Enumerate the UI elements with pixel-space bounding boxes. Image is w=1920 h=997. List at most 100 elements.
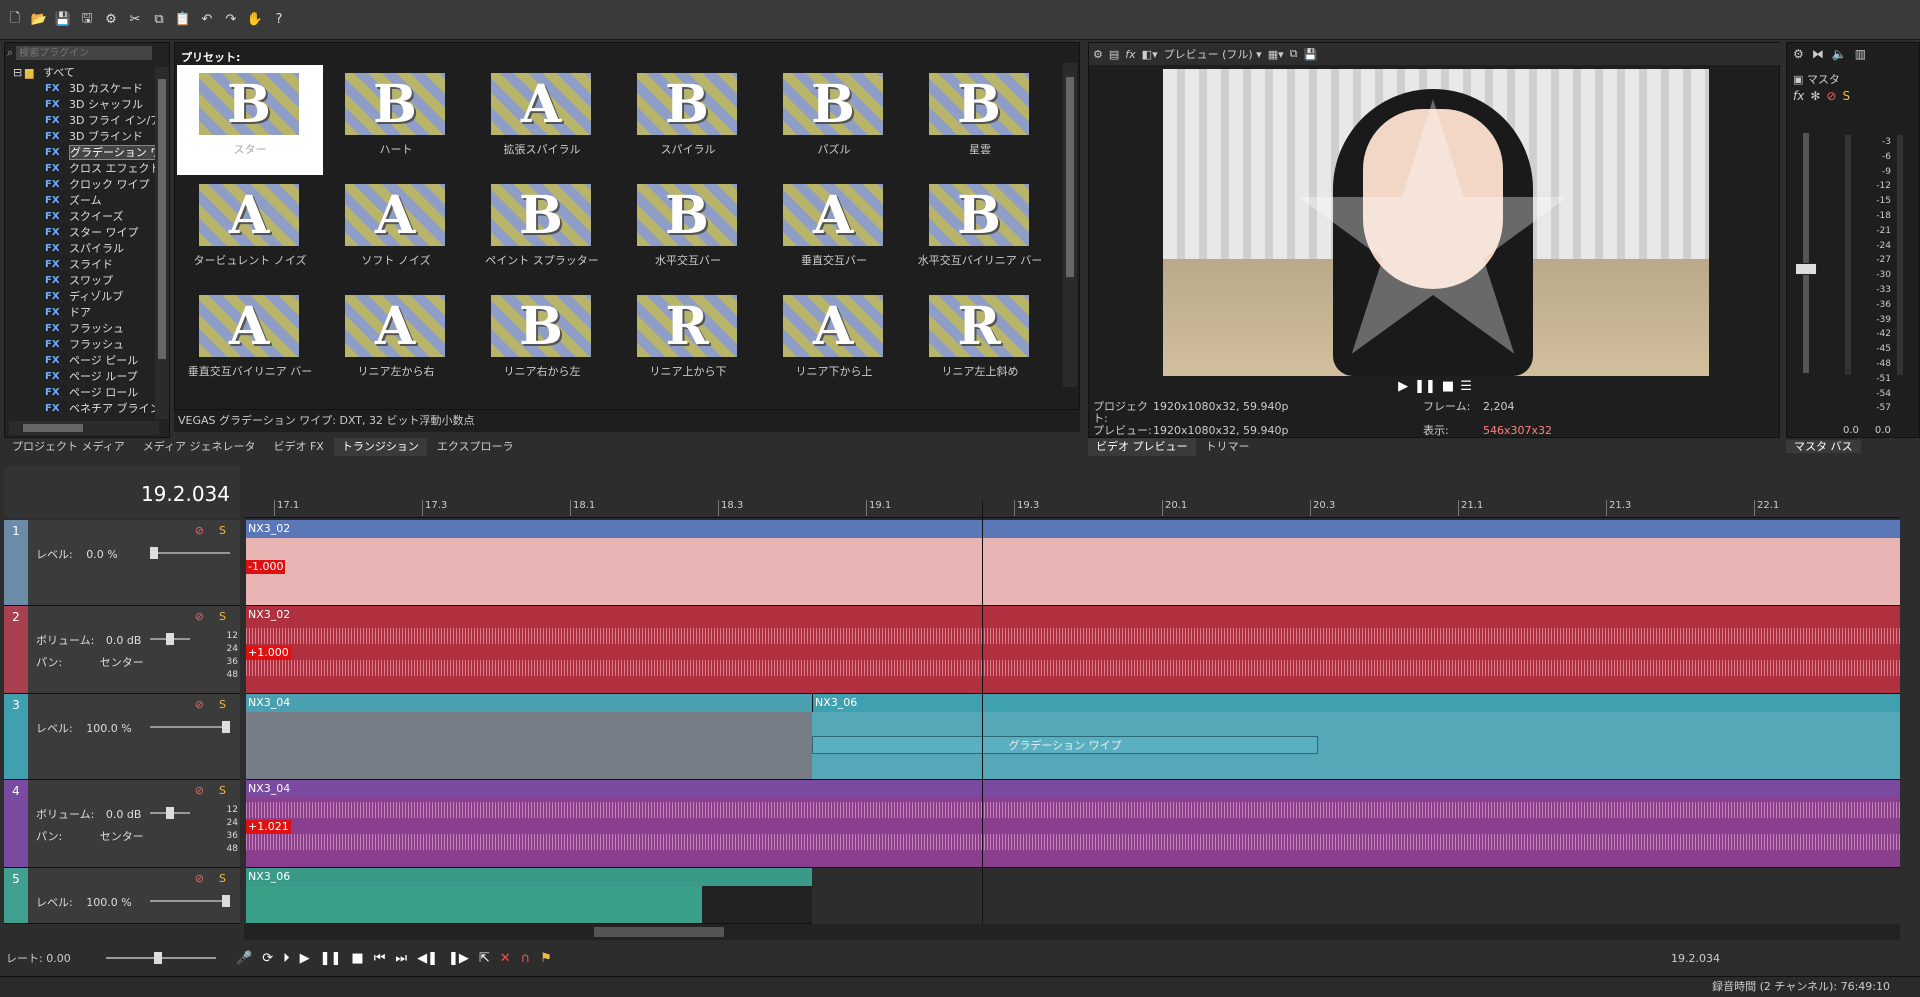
new-file-icon[interactable]: 🗋 — [6, 11, 24, 29]
go-start-icon[interactable]: ⏮ — [374, 951, 386, 966]
rate-slider[interactable] — [106, 952, 216, 964]
level-slider[interactable] — [150, 721, 230, 733]
preset-item[interactable]: R リニア左上斜め — [907, 287, 1053, 397]
master-mute-icon[interactable]: ⊘ — [1826, 89, 1836, 103]
plugin-tree-item[interactable]: FX 3D ブラインド — [5, 129, 155, 145]
redo-icon[interactable]: ↷ — [222, 11, 240, 29]
plugin-tree-item[interactable]: FX ページ ロール — [5, 385, 155, 401]
plugin-tree-item[interactable]: FX ページ ピール — [5, 353, 155, 369]
timeline-play-icon[interactable]: ▶ — [300, 951, 310, 966]
preset-item[interactable]: B ハート — [323, 65, 469, 175]
plugin-tree-item[interactable]: FX フラッシュ — [5, 337, 155, 353]
edit-tool-icon[interactable]: ⇱ — [479, 951, 490, 966]
track-solo-icon[interactable]: S — [219, 698, 226, 711]
overlays-icon[interactable]: ▦▾ — [1268, 48, 1284, 61]
timeline-scrollbar[interactable] — [244, 924, 1900, 940]
timeline-pause-icon[interactable]: ❚❚ — [320, 951, 342, 966]
track-solo-icon[interactable]: S — [219, 524, 226, 537]
plugin-search-input[interactable] — [16, 46, 153, 60]
tree-vertical-scrollbar[interactable] — [155, 67, 169, 419]
plugin-tree-item[interactable]: FX スライド — [5, 257, 155, 273]
split-screen-icon[interactable]: ◧▾ — [1142, 48, 1158, 61]
preset-item[interactable]: A リニア左から右 — [323, 287, 469, 397]
track-mute-icon[interactable]: ⊘ — [195, 784, 204, 797]
plugin-tree-item[interactable]: FXグラデーション ワイ — [5, 145, 155, 161]
preview-properties-icon[interactable]: ▤ — [1109, 48, 1119, 61]
track-header[interactable]: 5 ⊘ S レベル: 100.0 % — [4, 868, 240, 924]
plugin-tree-item[interactable]: FX3D フライ イン/アウ — [5, 113, 155, 129]
dock-tab[interactable]: メディア ジェネレータ — [135, 438, 264, 456]
plugin-tree-item[interactable]: FXベネチア ブラインド — [5, 401, 155, 417]
timeline-ruler[interactable]: 17.1 17.3 18.1 18.3 19.1 19.3 20.1 20.3 21.1 21.3… — [244, 498, 1900, 518]
track-lane[interactable]: NX3_06 — [246, 868, 812, 924]
track-header[interactable]: 4 ⊘ S ボリューム: 0.0 dB パン: センター 12 24 36 48 — [4, 780, 240, 868]
preset-item[interactable]: B リニア右から左 — [469, 287, 615, 397]
paste-icon[interactable]: 📋 — [174, 11, 192, 29]
stop-icon[interactable]: ■ — [1442, 379, 1454, 399]
record-icon[interactable]: 🎤 — [236, 951, 252, 966]
preset-item[interactable]: R リニア上から下 — [615, 287, 761, 397]
clip-header[interactable]: NX3_04 — [246, 780, 1900, 798]
play-icon[interactable]: ▶ — [1398, 379, 1408, 399]
plugin-tree-item[interactable]: FX ページ ループ — [5, 369, 155, 385]
fader-handle[interactable] — [1795, 263, 1817, 275]
tree-horizontal-scrollbar[interactable] — [9, 421, 159, 435]
track-lane[interactable]: NX3_02 +1.000 — [246, 606, 1900, 694]
preset-item[interactable]: B 星雲 — [907, 65, 1053, 175]
track-lane[interactable]: NX3_04-1.021NX3_06グラデーション ワイプ — [246, 694, 1900, 780]
preset-item[interactable]: A 拡張スパイラル — [469, 65, 615, 175]
track-mute-icon[interactable]: ⊘ — [195, 524, 204, 537]
track-solo-icon[interactable]: S — [219, 872, 226, 885]
volume-slider[interactable] — [150, 633, 190, 645]
timeline-stop-icon[interactable]: ■ — [351, 951, 363, 966]
tree-root[interactable]: ⊟ ▆ すべて — [5, 65, 155, 81]
track-header[interactable]: 2 ⊘ S ボリューム: 0.0 dB パン: センター 12 24 36 48 — [4, 606, 240, 694]
plugin-tree-item[interactable]: FX ディゾルブ — [5, 289, 155, 305]
plugin-tree-item[interactable]: FX ドア — [5, 305, 155, 321]
track-mute-icon[interactable]: ⊘ — [195, 610, 204, 623]
plugin-tree-item[interactable]: FX スター ワイプ — [5, 225, 155, 241]
save-as-icon[interactable]: 🖫 — [78, 11, 96, 29]
plugin-tree-item[interactable]: FX ズーム — [5, 193, 155, 209]
clip-header[interactable]: NX3_02 — [246, 606, 1900, 624]
plugin-tree-item[interactable]: FX スクイーズ — [5, 209, 155, 225]
plugin-tree-item[interactable]: FX フラッシュ — [5, 321, 155, 337]
preset-item[interactable]: B 水平交互バー — [615, 176, 761, 286]
tab-video-preview[interactable]: ビデオ プレビュー — [1088, 438, 1196, 456]
track-lane[interactable]: NX3_04 +1.021 — [246, 780, 1900, 868]
master-route-icon[interactable]: ⧓ — [1812, 47, 1824, 61]
prev-frame-icon[interactable]: ◀❚ — [417, 951, 438, 966]
preset-item[interactable]: B スパイラル — [615, 65, 761, 175]
playhead[interactable] — [982, 500, 983, 924]
save-snapshot-icon[interactable]: 💾 — [1304, 48, 1318, 61]
delete-icon[interactable]: ✕ — [500, 951, 511, 966]
play-from-start-icon[interactable]: ⏵ — [283, 951, 290, 966]
preset-item[interactable]: A ソフト ノイズ — [323, 176, 469, 286]
track-solo-icon[interactable]: S — [219, 784, 226, 797]
clip-header[interactable]: NX3_06 — [246, 868, 812, 886]
settings-icon[interactable]: ⚙ — [102, 11, 120, 29]
collapse-icon[interactable]: ⊟ — [13, 65, 22, 81]
copy-icon[interactable]: ⧉ — [150, 11, 168, 29]
marker-icon[interactable]: ⚑ — [540, 951, 552, 966]
track-header[interactable]: 3 ⊘ S レベル: 100.0 % — [4, 694, 240, 780]
undo-icon[interactable]: ↶ — [198, 11, 216, 29]
plugin-tree-item[interactable]: FX スパイラル — [5, 241, 155, 257]
master-settings-icon[interactable]: ⚙ — [1793, 47, 1804, 61]
plugin-tree-item[interactable]: FX スワップ — [5, 273, 155, 289]
open-folder-icon[interactable]: 📂 — [30, 11, 48, 29]
preset-item[interactable]: A リニア下から上 — [761, 287, 907, 397]
preset-item[interactable]: B スター — [177, 65, 323, 175]
preview-settings-icon[interactable]: ⚙ — [1093, 48, 1103, 61]
clip-header[interactable]: NX3_02 — [246, 520, 1900, 538]
track-solo-icon[interactable]: S — [219, 610, 226, 623]
plugin-tree-item[interactable]: FX 3D カスケード — [5, 81, 155, 97]
cut-icon[interactable]: ✂ — [126, 11, 144, 29]
master-automation-icon[interactable]: ✻ — [1810, 89, 1820, 103]
master-fader[interactable] — [1795, 133, 1817, 373]
next-frame-icon[interactable]: ❚▶ — [448, 951, 469, 966]
track-lane[interactable]: NX3_02 -1.000 — [246, 520, 1900, 606]
track-mute-icon[interactable]: ⊘ — [195, 872, 204, 885]
preset-item[interactable]: A 垂直交互バイリニア バー — [177, 287, 323, 397]
preset-item[interactable]: B 水平交互バイリニア バー — [907, 176, 1053, 286]
